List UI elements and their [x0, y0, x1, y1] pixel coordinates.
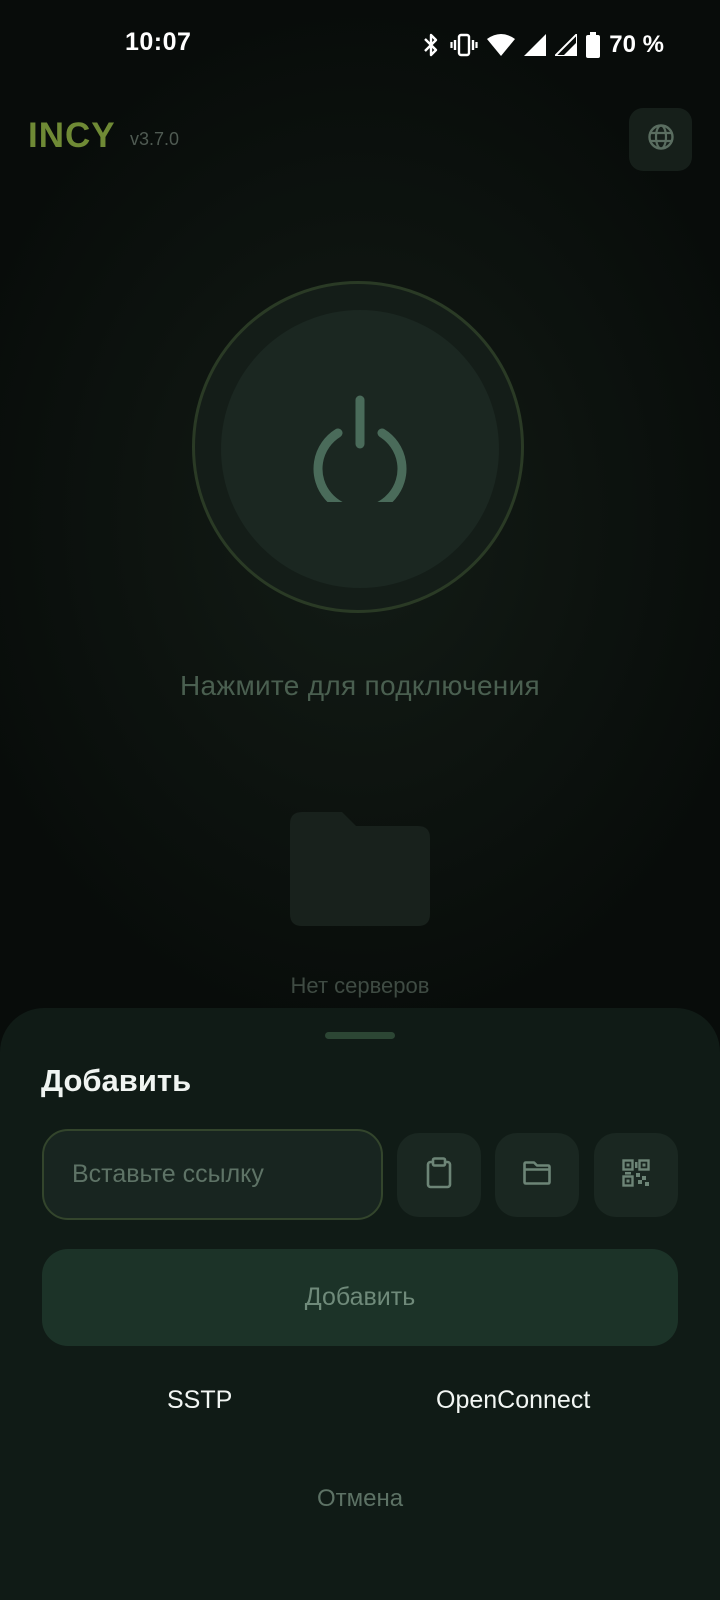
app-screen: 10:07 70 % INCY v3.7.0 Нажмите для подкл…: [0, 0, 720, 1600]
connect-hint: Нажмите для подключения: [180, 670, 540, 701]
cancel-button[interactable]: Отмена: [0, 1485, 720, 1513]
sstp-option[interactable]: SSTP: [167, 1386, 232, 1415]
folder-icon: [523, 1160, 551, 1190]
empty-state-text: Нет серверов: [290, 973, 430, 998]
connect-button[interactable]: [221, 310, 499, 588]
status-icons: 70 %: [421, 30, 664, 60]
signal-icon: [555, 34, 578, 56]
power-icon: [305, 392, 415, 515]
status-bar: 10:07 70 %: [0, 0, 720, 90]
bluetooth-icon: [421, 32, 441, 58]
vibrate-icon: [450, 32, 478, 58]
open-file-button[interactable]: [495, 1133, 579, 1217]
status-time: 10:07: [125, 28, 192, 56]
globe-icon: [647, 123, 675, 156]
sheet-title: Добавить: [41, 1063, 192, 1098]
sheet-drag-handle[interactable]: [325, 1032, 395, 1039]
openconnect-option[interactable]: OpenConnect: [436, 1386, 590, 1415]
language-button[interactable]: [629, 108, 692, 171]
signal-icon: [524, 34, 547, 56]
folder-icon: [290, 812, 430, 931]
battery-level: 70 %: [609, 31, 664, 58]
wifi-icon: [487, 33, 516, 57]
paste-button[interactable]: [397, 1133, 481, 1217]
battery-icon: [586, 32, 601, 58]
scan-qr-button[interactable]: [594, 1133, 678, 1217]
app-version: v3.7.0: [130, 129, 180, 149]
app-title: INCY: [28, 116, 116, 155]
add-server-sheet: Добавить Вставьте ссылку Добавить SSTP O…: [0, 1008, 720, 1600]
qr-code-icon: [622, 1158, 650, 1192]
link-input[interactable]: [42, 1129, 383, 1220]
add-button[interactable]: Добавить: [42, 1249, 678, 1346]
clipboard-icon: [426, 1156, 452, 1194]
